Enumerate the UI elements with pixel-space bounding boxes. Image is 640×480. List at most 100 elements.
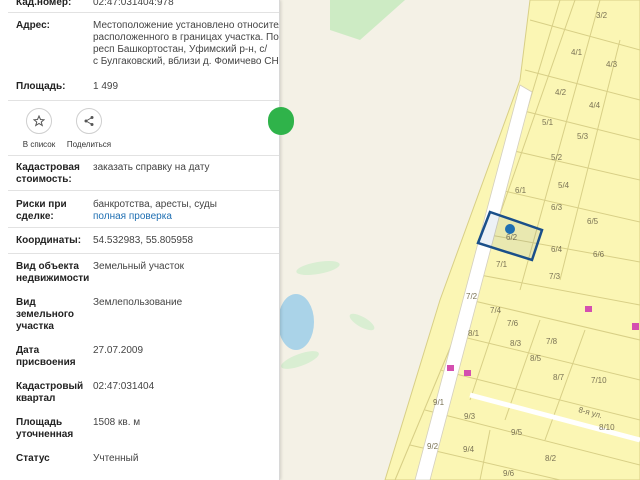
assign-date-label: Дата присвоения: [16, 345, 93, 369]
plot-number-label: 9/4: [463, 445, 475, 454]
risks-label: Риски при сделке:: [16, 199, 93, 223]
cad-quarter-value: 02:47:031404: [93, 381, 155, 392]
land-type-label: Вид земельного участка: [16, 297, 93, 333]
cad-number-row: Кад.номер: 02:47:031404:978: [0, 0, 279, 9]
location-marker-icon[interactable]: [505, 224, 515, 234]
plot-number-label: 9/1: [433, 398, 445, 407]
cad-quarter-label: Кадастровый квартал: [16, 381, 93, 405]
plot-number-label: 6/1: [515, 186, 527, 195]
plot-number-label: 7/1: [496, 260, 508, 269]
object-type-value: Земельный участок: [93, 261, 185, 272]
plot-number-label: 6/5: [587, 217, 599, 226]
address-value: Местоположение установлено относитель ра…: [93, 20, 280, 68]
specified-area-value: 1508 кв. м: [93, 417, 141, 428]
plot-number-label: 5/3: [577, 132, 589, 141]
plot-number-label: 8/3: [510, 339, 522, 348]
plot-number-label: 6/6: [593, 250, 605, 259]
area-value: 1 499: [93, 81, 119, 92]
building: [632, 323, 639, 330]
plot-number-label: 3/2: [596, 11, 608, 20]
cad-cost-label: Кадастровая стоимость:: [16, 162, 93, 186]
divider: [8, 100, 279, 101]
assign-date-value: 27.07.2009: [93, 345, 144, 356]
coords-label: Координаты:: [16, 235, 82, 246]
specified-area-label: Площадь уточненная: [16, 417, 93, 441]
plot-number-label: 6/3: [551, 203, 563, 212]
plot-number-label: 8/10: [599, 423, 615, 432]
building: [585, 306, 592, 312]
object-type-row: Вид объекта недвижимости Земельный участ…: [0, 261, 279, 285]
cad-cost-row: Кадастровая стоимость: заказать справку …: [0, 162, 279, 186]
building: [447, 365, 454, 371]
cad-cost-label-line: Кадастровая: [16, 162, 80, 173]
address-label: Адрес:: [16, 20, 50, 31]
actions-bar: В список Поделиться: [0, 103, 279, 155]
share-icon[interactable]: [76, 108, 102, 134]
divider: [8, 253, 279, 254]
risks-value: банкротства, аресты, суды полная проверк…: [93, 199, 279, 223]
land-type-label-line: участка: [16, 321, 54, 332]
plot-number-label: 9/5: [511, 428, 523, 437]
plot-number-label: 7/10: [591, 376, 607, 385]
area-label: Площадь:: [16, 81, 66, 92]
status-value: Учтенный: [93, 453, 139, 464]
land-type-row: Вид земельного участка Землепользование: [0, 297, 279, 333]
risks-label-line: Риски при: [16, 199, 67, 210]
plot-number-label: 8/2: [545, 454, 557, 463]
share-label: Поделиться: [66, 140, 112, 149]
divider: [8, 155, 279, 156]
plot-number-label: 8/1: [468, 329, 480, 338]
object-type-label-line: Вид объекта: [16, 261, 79, 272]
plot-number-label: 7/3: [549, 272, 561, 281]
plot-number-label: 8/7: [553, 373, 565, 382]
add-to-list-button[interactable]: В список: [14, 108, 64, 149]
risks-label-line: сделке:: [16, 211, 54, 222]
land-type-value: Землепользование: [93, 297, 183, 308]
assign-date-label-line: присвоения: [16, 357, 76, 368]
plot-number-label: 7/6: [507, 319, 519, 328]
cad-number-value: 02:47:031404:978: [93, 0, 174, 8]
address-line: с Булгаковский, вблизи д. Фомичево СНТ: [93, 56, 280, 67]
plot-number-label: 9/3: [464, 412, 476, 421]
order-certificate-link[interactable]: заказать справку на дату: [93, 162, 279, 186]
object-type-label-line: недвижимости: [16, 273, 90, 284]
star-icon[interactable]: [26, 108, 52, 134]
cad-number-label: Кад.номер:: [16, 0, 72, 8]
address-line: Местоположение установлено относитель: [93, 20, 280, 31]
divider: [8, 227, 279, 228]
plot-number-label: 5/1: [542, 118, 554, 127]
specified-area-label-line: уточненная: [16, 429, 74, 440]
divider: [8, 12, 279, 13]
specified-area-label-line: Площадь: [16, 417, 63, 428]
pond: [278, 294, 314, 350]
plot-number-label: 4/3: [606, 60, 618, 69]
specified-area-row: Площадь уточненная 1508 кв. м: [0, 417, 279, 441]
coords-value: 54.532983, 55.805958: [93, 235, 194, 246]
info-panel: Кад.номер: 02:47:031404:978 Адрес: Место…: [0, 0, 280, 480]
plot-number-label: 5/2: [551, 153, 563, 162]
object-type-label: Вид объекта недвижимости: [16, 261, 93, 285]
add-to-list-label: В список: [22, 140, 56, 149]
address-line: расположенного в границах участка. Почт: [93, 32, 280, 43]
plot-number-label: 9/6: [503, 469, 515, 478]
plot-number-label: 4/1: [571, 48, 583, 57]
assign-date-row: Дата присвоения 27.07.2009: [0, 345, 279, 369]
cad-quarter-label-line: квартал: [16, 393, 56, 404]
full-check-link[interactable]: полная проверка: [93, 211, 279, 223]
panel-toggle-button[interactable]: [268, 107, 294, 135]
address-line: респ Башкортостан, Уфимский р-н, с/: [93, 44, 268, 55]
plot-number-label: 6/4: [551, 245, 563, 254]
plot-number-label: 5/4: [558, 181, 570, 190]
plot-number-label: 7/2: [466, 292, 478, 301]
land-type-label-line: земельного: [16, 309, 75, 320]
share-button[interactable]: Поделиться: [64, 108, 114, 149]
assign-date-label-line: Дата: [16, 345, 40, 356]
plot-number-label: 4/4: [589, 101, 601, 110]
plot-number-label: 7/8: [546, 337, 558, 346]
plot-number-label: 8/5: [530, 354, 542, 363]
land-type-label-line: Вид: [16, 297, 36, 308]
cad-quarter-row: Кадастровый квартал 02:47:031404: [0, 381, 279, 405]
plot-number-label: 4/2: [555, 88, 567, 97]
area-row: Площадь: 1 499: [0, 81, 279, 93]
risks-text: банкротства, аресты, суды: [93, 199, 217, 210]
